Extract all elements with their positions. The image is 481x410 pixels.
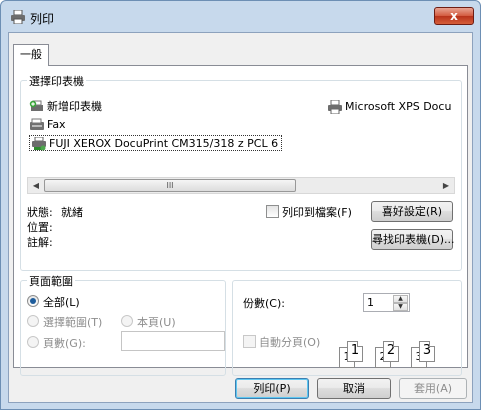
cancel-button[interactable]: 取消 [317, 378, 391, 399]
spin-down-icon[interactable]: ▼ [393, 303, 408, 311]
scroll-left-arrow-icon[interactable]: ◀ [28, 178, 44, 193]
window-title: 列印 [30, 12, 55, 26]
printer-item-microsoft-xps[interactable]: Microsoft XPS Docu [327, 99, 451, 115]
printer-item-fax[interactable]: Fax [29, 117, 66, 133]
close-button[interactable]: x [434, 7, 474, 25]
selection-label[interactable]: 選擇範圍(T) [43, 314, 102, 330]
copies-group: 份數(C): 1 ▲ ▼ 自動分頁(O) 1 1 2 2 3 3 [232, 280, 462, 376]
title-bar[interactable]: 列印 x [1, 1, 480, 31]
selection-radio[interactable] [27, 315, 39, 327]
select-printer-label: 選擇印表機 [27, 73, 86, 89]
current-page-radio[interactable] [121, 315, 133, 327]
preferences-button[interactable]: 喜好設定(R) [371, 201, 453, 222]
page-3-front: 3 [419, 341, 435, 362]
printer-item-label: FUJI XEROX DocuPrint CM315/318 z PCL 6 [49, 137, 279, 150]
add-printer-icon [29, 100, 43, 111]
page-2-front: 2 [383, 341, 399, 362]
printer-item-label: Microsoft XPS Docu [345, 100, 452, 113]
dialog-body: 一般 選擇印表機 新增印表機 Microsoft XPS Docu Fax FU… [8, 32, 473, 403]
printer-item-add-printer[interactable]: 新增印表機 [29, 99, 102, 115]
status-label: 狀態: [27, 206, 53, 219]
collate-checkbox[interactable] [243, 335, 256, 348]
print-button[interactable]: 列印(P) [235, 378, 309, 399]
printer-item-fuji-xerox[interactable]: FUJI XEROX DocuPrint CM315/318 z PCL 6 [29, 135, 283, 151]
copies-spin-buttons[interactable]: ▲ ▼ [393, 295, 408, 312]
print-to-file-label[interactable]: 列印到檔案(F) [282, 204, 352, 220]
printer-icon [328, 100, 342, 114]
copies-label: 份數(C): [243, 297, 285, 310]
printer-icon [11, 10, 25, 24]
print-dialog-window: 列印 x 一般 選擇印表機 新增印表機 Microsoft XPS Docu F… [0, 0, 481, 410]
pages-radio[interactable] [27, 336, 39, 348]
general-tab-panel: 選擇印表機 新增印表機 Microsoft XPS Docu Fax FUJI … [13, 65, 468, 376]
all-pages-radio[interactable] [27, 295, 39, 307]
print-to-file-checkbox[interactable] [266, 205, 279, 218]
all-pages-label[interactable]: 全部(L) [43, 294, 80, 310]
printer-list[interactable]: 新增印表機 Microsoft XPS Docu Fax FUJI XEROX … [27, 95, 455, 173]
printer-item-label: 新增印表機 [47, 100, 102, 113]
tab-general[interactable]: 一般 [13, 44, 49, 66]
pages-label[interactable]: 頁數(G): [43, 335, 86, 351]
location-label: 位置: [27, 221, 53, 234]
copies-value: 1 [367, 296, 374, 309]
copies-stepper[interactable]: 1 ▲ ▼ [363, 293, 410, 312]
scroll-right-arrow-icon[interactable]: ▶ [438, 178, 454, 193]
page-range-label: 頁面範圍 [27, 273, 75, 289]
fax-icon [30, 118, 44, 130]
current-page-label[interactable]: 本頁(U) [137, 314, 176, 330]
collate-illustration: 1 1 2 2 3 3 [339, 335, 459, 375]
printer-list-scrollbar[interactable]: ◀ III ▶ [27, 177, 455, 194]
status-value: 就緒 [61, 206, 83, 219]
page-range-group: 頁面範圍 全部(L) 選擇範圍(T) 本頁(U) 頁數(G): [20, 273, 226, 376]
network-printer-icon [32, 137, 46, 151]
find-printer-button[interactable]: 尋找印表機(D)... [371, 229, 455, 250]
collate-label[interactable]: 自動分頁(O) [259, 334, 320, 350]
scroll-thumb[interactable]: III [44, 179, 296, 192]
page-1-front: 1 [347, 341, 363, 362]
select-printer-group: 選擇印表機 新增印表機 Microsoft XPS Docu Fax FUJI … [20, 73, 462, 271]
pages-input[interactable] [121, 331, 225, 351]
comment-label: 註解: [27, 236, 53, 249]
printer-item-label: Fax [47, 118, 66, 131]
spin-up-icon[interactable]: ▲ [393, 295, 408, 303]
apply-button[interactable]: 套用(A) [399, 378, 467, 399]
